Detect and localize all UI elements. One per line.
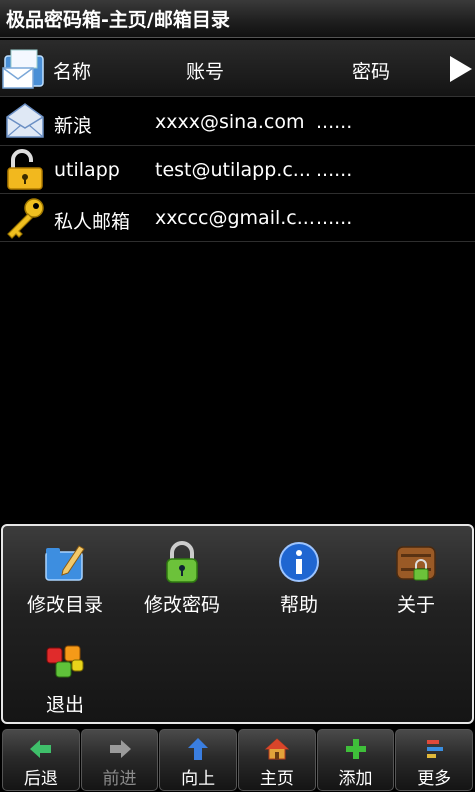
plus-icon: [345, 739, 366, 759]
back-label: 后退: [23, 769, 58, 789]
entry-account: test@utilapp.c...: [155, 159, 311, 181]
add-label: 添加: [338, 769, 373, 789]
menu-item-label: 帮助: [279, 594, 318, 616]
safe-box-icon: [396, 546, 436, 581]
column-header-account[interactable]: 账号: [186, 57, 224, 84]
entry-account: xxccc@gmail.c...: [155, 207, 315, 229]
entry-name: 私人邮箱: [54, 211, 131, 233]
entry-name: utilapp: [54, 159, 120, 181]
menu-item-exit[interactable]: 退出: [6, 626, 124, 718]
menu-item-label: 退出: [45, 694, 84, 716]
up-button[interactable]: 向上: [159, 729, 238, 791]
entry-account: xxxx@sina.com: [155, 111, 305, 133]
menu-item-edit-folder[interactable]: 修改目录: [6, 526, 124, 618]
menu-item-change-password[interactable]: 修改密码: [123, 526, 241, 618]
entry-password: ......: [316, 159, 353, 181]
column-header-name[interactable]: 名称: [53, 57, 91, 84]
menu-item-help[interactable]: 帮助: [240, 526, 358, 618]
menu-item-label: 修改目录: [26, 594, 103, 616]
list-item[interactable]: 私人邮箱 xxccc@gmail.c... ......: [0, 194, 475, 242]
edit-folder-icon: [45, 545, 85, 581]
open-padlock-icon: [7, 149, 43, 190]
column-header-password[interactable]: 密码: [352, 57, 390, 84]
arrow-left-icon: [29, 740, 51, 758]
menu-item-about[interactable]: 关于: [357, 526, 475, 618]
up-label: 向上: [181, 769, 216, 789]
envelope-icon: [6, 103, 44, 138]
entry-password: ......: [316, 207, 353, 229]
bottom-toolbar: 后退 前进 向上 主页 添加 更多: [0, 727, 475, 792]
list-item[interactable]: utilapp test@utilapp.c... ......: [0, 146, 475, 194]
cubes-exit-icon: [46, 645, 84, 678]
entry-password: ......: [316, 111, 353, 133]
forward-button[interactable]: 前进: [80, 729, 159, 791]
key-icon: [7, 198, 44, 239]
home-icon: [264, 738, 289, 760]
window-title: 极品密码箱-主页/邮箱目录: [0, 0, 475, 38]
more-icon: [427, 740, 444, 758]
home-button[interactable]: 主页: [238, 729, 316, 791]
back-button[interactable]: 后退: [2, 729, 80, 791]
entry-name: 新浪: [54, 115, 93, 137]
menu-item-label: 关于: [396, 594, 435, 616]
arrow-right-icon: [109, 740, 131, 758]
add-button[interactable]: 添加: [316, 729, 395, 791]
home-label: 主页: [259, 769, 294, 789]
play-arrow-icon[interactable]: [450, 56, 472, 82]
menu-item-label: 修改密码: [143, 594, 220, 616]
options-menu: 修改目录 修改密码 帮助 关于 退出: [1, 524, 474, 724]
info-icon: [279, 542, 319, 582]
more-label: 更多: [417, 769, 452, 789]
more-button[interactable]: 更多: [395, 729, 474, 791]
forward-label: 前进: [102, 769, 137, 789]
entry-list: 新浪 xxxx@sina.com ...... utilapp test@uti…: [0, 98, 475, 242]
mail-folder-icon: [2, 49, 44, 89]
arrow-up-icon: [188, 738, 209, 760]
list-header: 名称 账号 密码: [0, 40, 475, 97]
green-padlock-icon: [166, 541, 198, 583]
list-item[interactable]: 新浪 xxxx@sina.com ......: [0, 98, 475, 146]
